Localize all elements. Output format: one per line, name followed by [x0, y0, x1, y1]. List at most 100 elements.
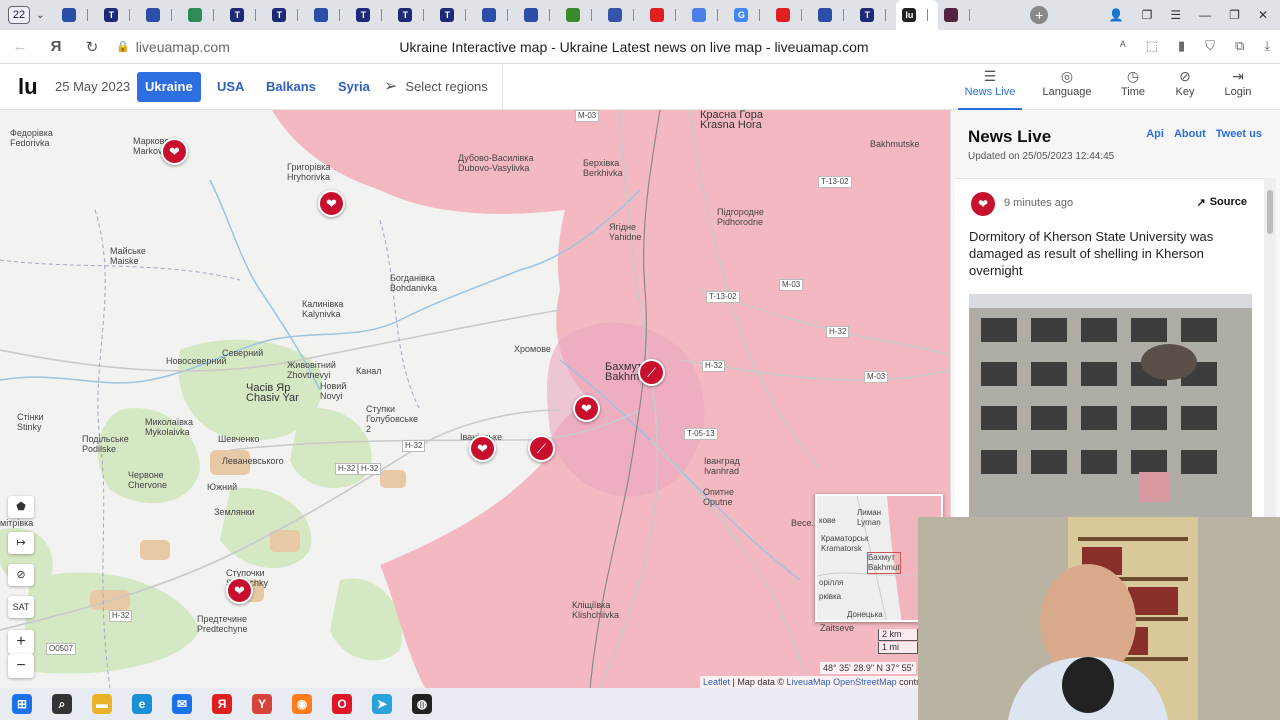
map-place-label: Леваневського — [222, 456, 284, 466]
browser-tab[interactable]: T — [266, 3, 308, 27]
browser-tab[interactable] — [140, 3, 182, 27]
yandex-icon[interactable]: Я — [212, 694, 232, 714]
url-field[interactable]: 🔒 liveuamap.com — [116, 39, 230, 55]
t-icon: T — [398, 8, 413, 22]
shell-marker-icon[interactable]: ❤ — [469, 435, 496, 462]
news-scrollbar[interactable] — [1264, 178, 1276, 518]
yandex-icon[interactable]: Я — [38, 38, 74, 55]
region-tab-ukraine[interactable]: Ukraine — [137, 72, 201, 102]
api-link[interactable]: Api — [1146, 128, 1164, 140]
browser-tab[interactable]: T — [392, 3, 434, 27]
liveuamap-link[interactable]: LiveuaMap — [787, 677, 831, 687]
map-hide-layer-button[interactable]: ⊘ — [8, 564, 34, 586]
nav-language[interactable]: ◎ Language — [1035, 68, 1099, 98]
reload-icon[interactable]: ↻ — [74, 38, 110, 56]
telegram-icon[interactable]: ➤ — [372, 694, 392, 714]
share-icon[interactable]: ⧉ — [1235, 38, 1244, 54]
browser-tab[interactable] — [938, 3, 980, 27]
browser-tab[interactable]: T — [98, 3, 140, 27]
chevron-down-icon[interactable]: ⌄ — [36, 10, 44, 21]
opera-icon[interactable]: O — [332, 694, 352, 714]
browser-tab[interactable]: G — [728, 3, 770, 27]
browser-tab[interactable]: T — [224, 3, 266, 27]
shell-marker-icon[interactable]: ❤ — [161, 138, 188, 165]
news-headline[interactable]: Dormitory of Kherson State University wa… — [969, 228, 1239, 279]
map-measure-button[interactable]: ↦ — [8, 532, 34, 554]
select-regions-button[interactable]: ➢ Select regions — [384, 76, 488, 96]
shell-marker-icon[interactable]: ❤ — [573, 395, 600, 422]
shield-icon[interactable]: ⛉ — [1205, 38, 1215, 54]
shell-marker-icon[interactable]: ❤ — [226, 577, 253, 604]
rifle-marker-icon[interactable]: ⟋ — [528, 435, 555, 462]
map-place-label: Южний — [207, 482, 238, 492]
yandex-browser-icon[interactable]: Y — [252, 694, 272, 714]
satellite-toggle-button[interactable]: SAT — [8, 596, 34, 618]
translate-icon[interactable]: ᴬ — [1120, 38, 1126, 54]
bookmark-icon[interactable]: ▮ — [1178, 38, 1185, 54]
browser-tab[interactable]: T — [854, 3, 896, 27]
browser-tab[interactable] — [644, 3, 686, 27]
zoom-in-button[interactable]: + — [8, 630, 34, 654]
browser-tab[interactable] — [686, 3, 728, 27]
browser-tab[interactable] — [56, 3, 98, 27]
road-shield: M-03 — [575, 110, 600, 122]
mail-icon[interactable]: ✉ — [172, 694, 192, 714]
date-label[interactable]: 25 May 2023 — [55, 79, 130, 94]
browser-tab[interactable]: lu — [896, 0, 939, 30]
liveuamap-logo[interactable]: lu — [18, 74, 38, 100]
tab-separator — [423, 9, 425, 21]
search-icon[interactable]: ⌕ — [52, 694, 72, 714]
obs-icon[interactable]: ◍ — [412, 694, 432, 714]
source-link[interactable]: ↗ Source — [1196, 196, 1247, 209]
profile-icon[interactable]: 👤 — [1109, 8, 1124, 22]
browser-tab[interactable] — [602, 3, 644, 27]
zoom-out-button[interactable]: − — [8, 654, 34, 678]
firefox-icon[interactable]: ◉ — [292, 694, 312, 714]
news-photo[interactable] — [969, 294, 1252, 519]
browser-tab[interactable]: T — [434, 3, 476, 27]
globe-icon — [146, 8, 161, 22]
tab-count-button[interactable]: 22 — [8, 6, 30, 24]
new-tab-button[interactable]: + — [1030, 6, 1049, 24]
menu-icon[interactable]: ☰ — [1170, 8, 1181, 22]
minimize-button[interactable]: — — [1199, 8, 1211, 22]
about-link[interactable]: About — [1174, 128, 1206, 140]
osm-link[interactable]: OpenStreetMap — [831, 677, 897, 687]
nav-news-live[interactable]: ☰ News Live — [958, 68, 1022, 110]
rifle-marker-icon[interactable]: ⟋ — [638, 359, 665, 386]
browser-tab[interactable] — [182, 3, 224, 27]
map-place-label: Подільське Podilske — [82, 434, 129, 454]
browser-tab[interactable]: T — [350, 3, 392, 27]
road-shield: H-32 — [826, 326, 850, 338]
tab-separator — [339, 9, 341, 21]
browser-tab[interactable] — [812, 3, 854, 27]
collections-icon[interactable]: ❐ — [1142, 8, 1153, 22]
extension-icon[interactable]: ⬚ — [1146, 38, 1158, 54]
nav-login[interactable]: ⇥ Login — [1206, 68, 1270, 98]
map-tool-shape-button[interactable]: ⬟ — [8, 496, 34, 518]
region-tab-syria[interactable]: Syria — [330, 72, 378, 102]
folder-icon[interactable]: ▬ — [92, 694, 112, 714]
browser-tab[interactable] — [518, 3, 560, 27]
nav-label: Key — [1175, 86, 1195, 98]
browser-tab[interactable] — [770, 3, 812, 27]
browser-tab[interactable] — [476, 3, 518, 27]
tab-separator — [885, 9, 887, 21]
leaflet-link[interactable]: Leaflet — [703, 677, 730, 687]
restore-button[interactable]: ❐ — [1229, 8, 1240, 22]
edge-icon[interactable]: e — [132, 694, 152, 714]
map-canvas[interactable]: Федорівка Fedorivka Маркове Markove Григор… — [0, 110, 950, 688]
close-button[interactable]: ✕ — [1258, 8, 1268, 22]
back-icon[interactable]: ← — [2, 38, 38, 55]
tweet-us-link[interactable]: Tweet us — [1216, 128, 1262, 140]
region-tab-usa[interactable]: USA — [209, 72, 252, 102]
browser-tab[interactable] — [308, 3, 350, 27]
shell-marker-icon[interactable]: ❤ — [318, 190, 345, 217]
browser-tab[interactable] — [560, 3, 602, 27]
windows-icon[interactable]: ⊞ — [12, 694, 32, 714]
download-icon[interactable]: ⤓ — [1264, 38, 1270, 54]
region-tab-balkans[interactable]: Balkans — [258, 72, 324, 102]
road-shield: T-13-02 — [818, 176, 852, 188]
tab-separator — [927, 9, 929, 21]
scrollbar-thumb[interactable] — [1267, 190, 1273, 234]
